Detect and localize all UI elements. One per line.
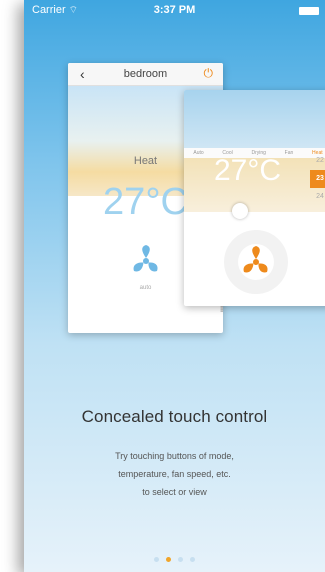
room-title: bedroom <box>123 68 168 80</box>
onboarding-headline: Concealed touch control <box>81 407 268 426</box>
temp-option-selected: 23 <box>310 170 325 188</box>
status-time: 3:37 PM <box>153 4 196 16</box>
front-temperature: 27°C <box>214 154 282 187</box>
onboarding-description: Try touching buttons of mode, temperatur… <box>64 447 285 501</box>
temp-option: 22 <box>316 157 324 164</box>
front-sky-illustration <box>184 90 325 148</box>
page-dot-active[interactable] <box>166 557 171 562</box>
mode-option: Auto <box>193 150 204 156</box>
preview-header: ‹ bedroom ⏻ <box>68 63 223 86</box>
description-line: temperature, fan speed, etc. <box>118 469 231 479</box>
temperature-picker: 22 23 24 <box>310 152 325 206</box>
fan-dial-center <box>238 244 274 280</box>
page-dot[interactable] <box>190 557 195 562</box>
fan-icon <box>133 245 158 272</box>
touch-control-preview: Auto Cool Drying Fan Heat 27°C 22 23 24 <box>184 90 325 306</box>
page-indicator[interactable] <box>24 557 325 562</box>
power-icon: ⏻ <box>203 66 214 80</box>
page-dot[interactable] <box>178 557 183 562</box>
mode-option: Fan <box>284 150 294 156</box>
description-line: Try touching buttons of mode, <box>115 451 234 461</box>
fan-orange-icon <box>243 246 268 273</box>
temp-option: 24 <box>316 193 324 200</box>
battery-icon <box>299 7 319 15</box>
page-dot[interactable] <box>154 557 159 562</box>
description-line: to select or view <box>142 487 207 497</box>
fan-speed-dial <box>224 230 288 294</box>
touch-indicator <box>232 203 248 219</box>
phone-screen: Carrier ⌔ 3:37 PM ‹ bedroom ⏻ Heat 27°C a… <box>24 0 325 572</box>
status-bar: Carrier ⌔ 3:37 PM <box>24 0 325 22</box>
